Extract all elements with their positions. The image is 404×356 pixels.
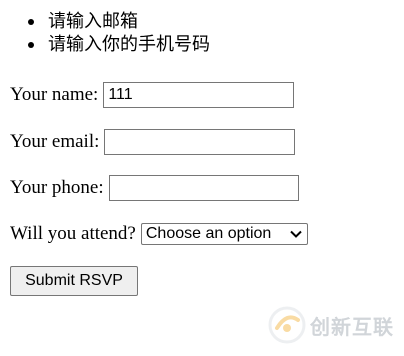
attend-select[interactable]: Choose an option [140, 223, 308, 245]
email-label: Your email: [10, 131, 100, 152]
watermark: 创新互联 [268, 306, 394, 344]
watermark-text: 创新互联 [310, 314, 394, 339]
chevron-down-icon [290, 230, 302, 238]
attend-row: Will you attend? Choose an option [10, 220, 308, 248]
email-row: Your email: [10, 128, 296, 156]
bullet-icon [28, 42, 34, 48]
submit-rsvp-button[interactable]: Submit RSVP [10, 266, 138, 296]
brand-logo-icon [268, 306, 306, 344]
name-row: Your name: [10, 81, 295, 109]
bullet-icon [28, 19, 34, 25]
attend-selected-value: Choose an option [145, 225, 272, 242]
error-list: 请输入邮箱 请输入你的手机号码 [28, 10, 210, 56]
phone-input[interactable] [108, 175, 299, 201]
error-text: 请输入邮箱 [48, 11, 138, 32]
name-input[interactable] [103, 82, 295, 108]
attend-label: Will you attend? [10, 223, 136, 244]
email-input[interactable] [104, 129, 296, 155]
error-item: 请输入你的手机号码 [28, 33, 210, 56]
phone-row: Your phone: [10, 174, 299, 202]
error-item: 请输入邮箱 [28, 10, 210, 33]
error-text: 请输入你的手机号码 [48, 34, 210, 55]
phone-label: Your phone: [10, 177, 104, 198]
name-label: Your name: [10, 84, 99, 105]
